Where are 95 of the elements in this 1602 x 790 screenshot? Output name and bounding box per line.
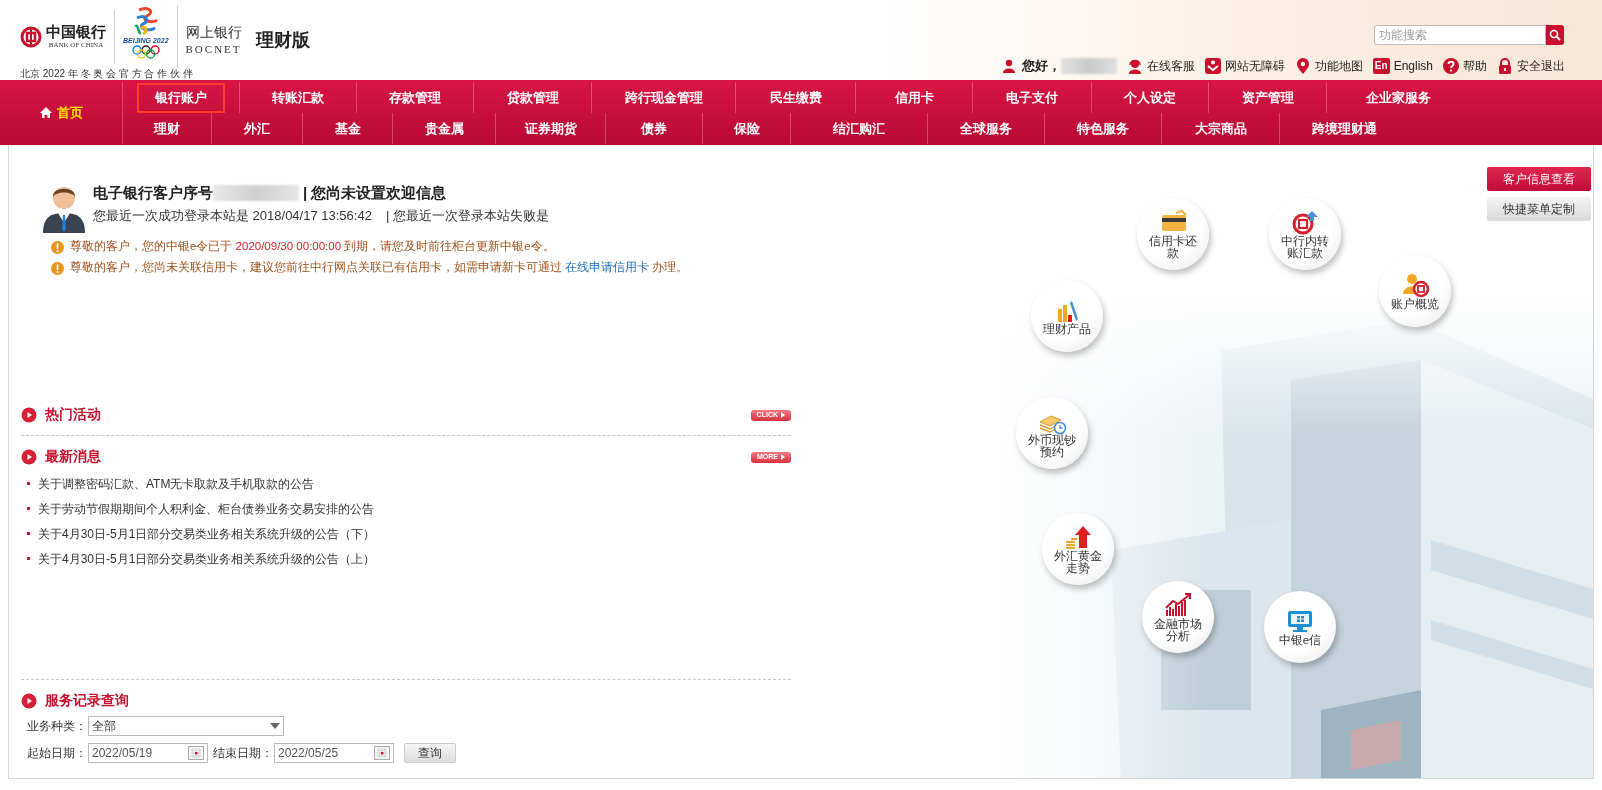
nav-item[interactable]: 转账汇款	[272, 82, 324, 113]
nav-item[interactable]: 基金	[334, 113, 361, 144]
nav-item[interactable]: 电子支付	[1006, 82, 1058, 113]
nav-item[interactable]: 理财	[154, 113, 180, 144]
triangle-icon	[781, 412, 785, 418]
nav-item[interactable]: 大宗商品	[1194, 113, 1247, 144]
field-label: 业务种类：	[27, 718, 87, 735]
section-title: 热门活动	[45, 405, 101, 424]
header-link[interactable]: 安全退出	[1497, 57, 1565, 75]
notice-text: 尊敬的客户，您的中银e令已于 2020/09/30 00:00:00 到期，请您及时前往柜台更新中银e令。	[70, 239, 555, 255]
language-badge: En	[1372, 58, 1390, 74]
bank-name: 中国银行	[46, 24, 106, 41]
nav-item[interactable]: 债券	[641, 113, 667, 144]
greeting-text: 您好，	[1021, 57, 1061, 76]
product-name: 网上银行	[185, 23, 242, 41]
blurred-name	[1060, 58, 1117, 74]
help-icon	[1443, 58, 1459, 74]
bank-logo-icon	[20, 26, 42, 48]
user-icon	[1001, 59, 1016, 73]
house-icon	[39, 106, 53, 119]
bullet-icon	[27, 482, 30, 485]
header-link[interactable]: 功能地图	[1294, 57, 1363, 75]
last-login-text: 您最近一次成功登录本站是 2018/04/17 13:56:42	[93, 207, 372, 226]
search-field[interactable]: 功能搜索	[1374, 25, 1546, 45]
nav-item[interactable]: 跨境理财通	[1312, 113, 1377, 144]
news-link[interactable]: 关于调整密码汇款、ATM无卡取款及手机取款的公告	[38, 474, 315, 493]
nav-item[interactable]: 贵金属	[424, 113, 464, 144]
nav-item[interactable]: 信用卡	[894, 82, 934, 113]
notice-text: 尊敬的客户，您尚未关联信用卡，建议您前往中行网点关联已有信用卡，如需申请新卡可通过 在线申请信用卡 办理。	[70, 260, 689, 276]
transfer-icon	[1290, 209, 1320, 235]
section-title: 最新消息	[45, 447, 101, 466]
header-link[interactable]: 网站无障碍	[1204, 57, 1285, 75]
side-button[interactable]: 客户信息查看	[1487, 167, 1591, 191]
nav-item[interactable]: 个人设定	[1124, 82, 1176, 113]
welcome-message: | 您尚未设置欢迎信息	[303, 182, 447, 203]
header-link[interactable]: 帮助	[1443, 57, 1487, 75]
info-icon	[51, 261, 64, 275]
computer-monitor-icon	[1285, 608, 1315, 634]
nav-item[interactable]: 特色服务	[1077, 113, 1129, 144]
header-link[interactable]: En English	[1372, 57, 1433, 75]
headset-icon	[1126, 58, 1143, 74]
nav-item[interactable]: 保险	[733, 113, 760, 144]
shortcut-button[interactable]: 中行内转账汇款	[1269, 198, 1341, 270]
section-title: 服务记录查询	[45, 691, 129, 710]
play-icon	[21, 407, 37, 423]
nav-item[interactable]: 企业家服务	[1366, 82, 1431, 113]
date-field[interactable]: 2022/05/19	[88, 743, 208, 763]
type-select[interactable]: 全部	[88, 716, 284, 736]
field-label: 结束日期：	[213, 745, 273, 762]
bullet-icon	[27, 532, 30, 535]
field-label: 起始日期：	[27, 745, 87, 762]
caret-icon	[270, 723, 280, 729]
accessibility-icon	[1204, 58, 1221, 74]
nav-item[interactable]: 证券期货	[524, 113, 577, 144]
header-link[interactable]: 在线客服	[1126, 57, 1195, 75]
search-button[interactable]	[1546, 25, 1564, 45]
news-link[interactable]: 关于4月30日-5月1日部分交易类业务相关系统升级的公告（下）	[38, 524, 376, 543]
info-icon	[51, 240, 64, 254]
last-failed-text: | 您最近一次登录本站失败是	[385, 207, 549, 226]
play-icon	[21, 693, 37, 709]
nav-item[interactable]: 银行账户	[137, 82, 225, 113]
nav-item[interactable]: 结汇购汇	[833, 113, 885, 144]
nav-item[interactable]: 跨行现金管理	[624, 82, 703, 113]
olympic-rings-icon	[130, 45, 161, 59]
edition-title: 理财版	[255, 28, 310, 52]
search-icon	[1549, 29, 1561, 41]
nav-item[interactable]: 外汇	[244, 113, 270, 144]
product-name-english: BOCNET	[185, 42, 242, 57]
rising-arrow-icon	[1063, 524, 1093, 550]
account-person-icon	[1400, 272, 1430, 298]
map-pin-icon	[1294, 58, 1311, 74]
credit-card-link[interactable]: 在线申请信用卡	[565, 261, 650, 274]
side-button[interactable]: 快捷菜单定制	[1487, 197, 1591, 221]
market-chart-icon	[1163, 592, 1193, 618]
nav-item[interactable]: 资产管理	[1241, 82, 1294, 113]
calendar-icon	[374, 746, 390, 760]
calendar-icon	[188, 746, 204, 760]
query-button[interactable]: 查询	[404, 743, 456, 763]
home-tab[interactable]: 首页	[0, 80, 122, 145]
padlock-icon	[1497, 58, 1513, 74]
nav-item[interactable]: 存款管理	[389, 82, 441, 113]
triangle-icon	[781, 454, 785, 460]
nav-item[interactable]: 全球服务	[960, 113, 1012, 144]
nav-item[interactable]: 民生缴费	[769, 82, 822, 113]
news-link[interactable]: 关于4月30日-5月1日部分交易类业务相关系统升级的公告（上）	[38, 549, 376, 568]
shortcut-button[interactable]: 账户概览	[1379, 255, 1451, 327]
welcome-title: 电子银行客户序号	[93, 182, 213, 203]
play-icon	[21, 449, 37, 465]
nav-item[interactable]: 贷款管理	[506, 82, 559, 113]
date-field[interactable]: 2022/05/25	[274, 743, 394, 763]
bullet-icon	[27, 507, 30, 510]
news-link[interactable]: 关于劳动节假期期间个人积利金、柜台债券业务交易安排的公告	[38, 499, 374, 518]
bullet-icon	[27, 557, 30, 560]
sponsor-line: 北京 2022 年 冬 奥 会 官 方 合 作 伙 伴	[20, 68, 193, 80]
shortcut-button[interactable]: 信用卡还款	[1137, 198, 1209, 270]
